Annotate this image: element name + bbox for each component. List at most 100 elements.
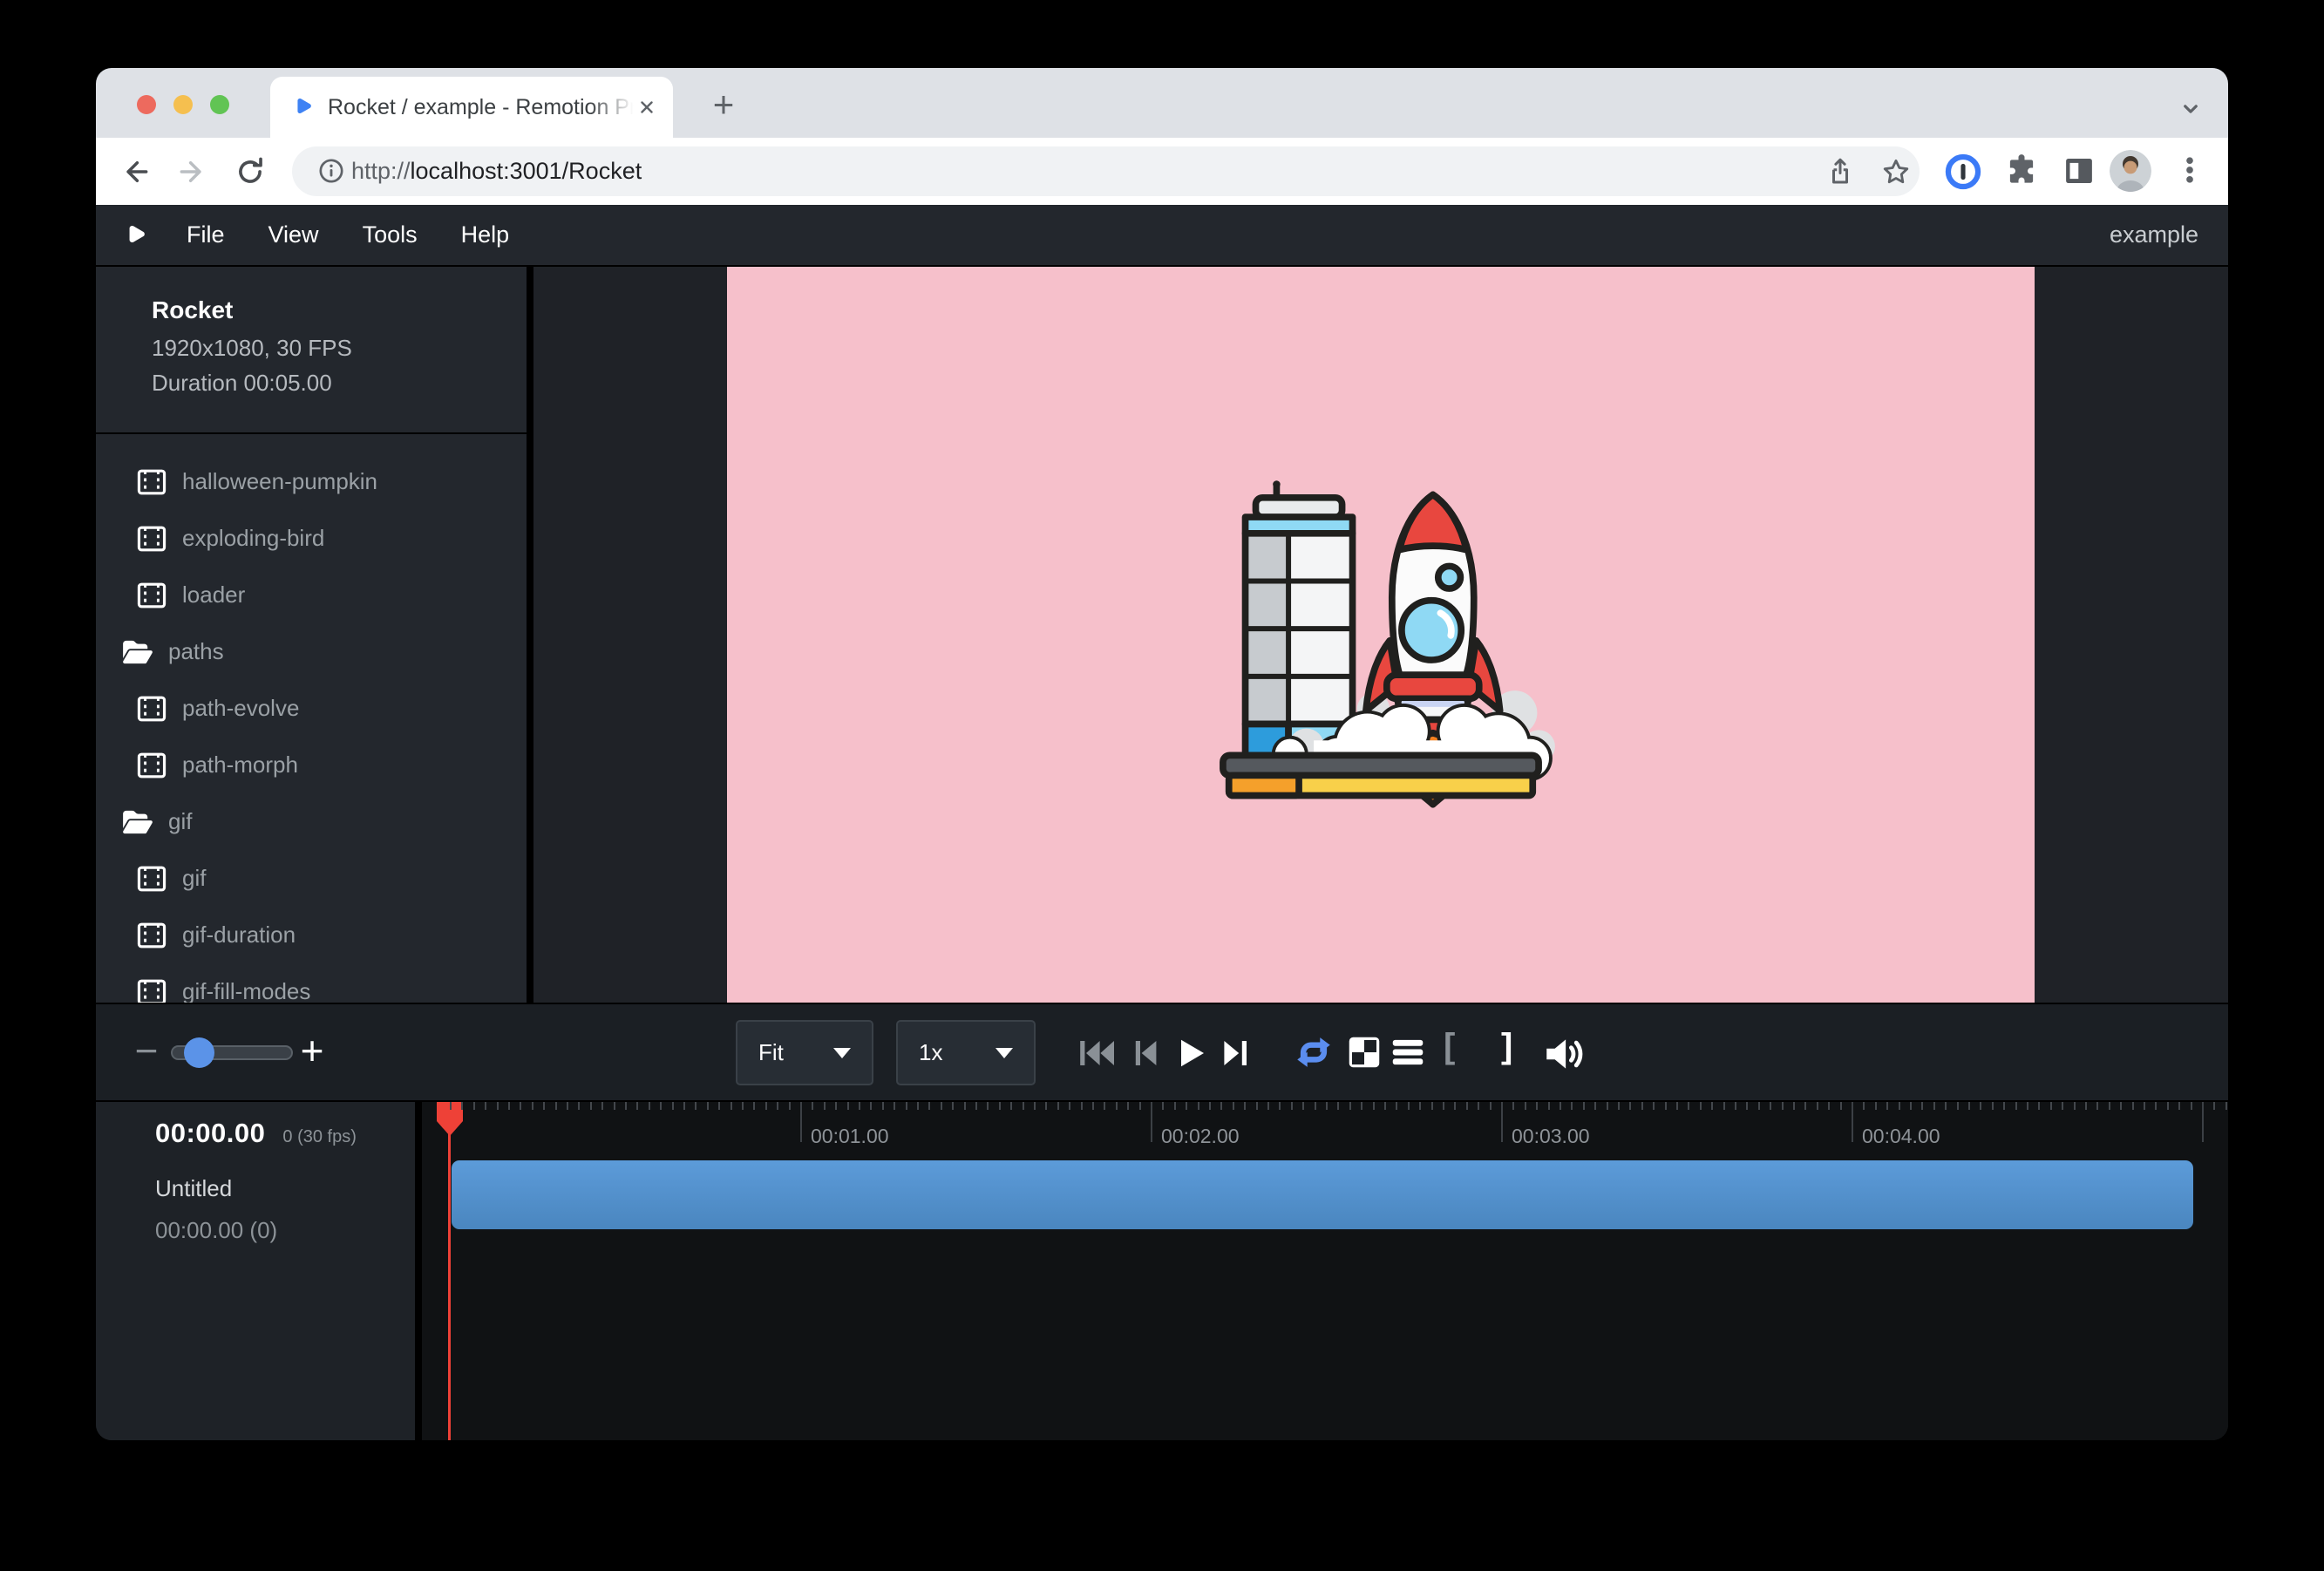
sidebar-item-path-morph[interactable]: path-morph — [96, 737, 527, 793]
ruler-frame-tick — [1980, 1102, 1981, 1110]
ruler-frame-tick — [497, 1102, 499, 1110]
browser-tab[interactable]: Rocket / example - Remotion Pr — [270, 77, 673, 138]
ruler-frame-tick — [1560, 1102, 1561, 1110]
remotion-logo-icon[interactable] — [122, 222, 148, 248]
extensions-puzzle-icon[interactable] — [2003, 153, 2040, 189]
skip-to-start-icon[interactable] — [1076, 1032, 1118, 1074]
menu-view[interactable]: View — [267, 216, 321, 254]
ruler-frame-tick — [2109, 1102, 2110, 1110]
ruler-frame-tick — [707, 1102, 709, 1110]
ruler-frame-tick — [1267, 1102, 1269, 1110]
window-controls — [137, 95, 229, 114]
sidebar-item-gif-duration[interactable]: gif-duration — [96, 907, 527, 963]
ruler-frame-tick — [1454, 1102, 1456, 1110]
browser-menu-kebab-icon[interactable] — [2172, 153, 2207, 187]
ruler-frame-tick — [941, 1102, 942, 1110]
timeline-tracks-area[interactable]: 00:01.0000:02.0000:03.0000:04.00 — [422, 1102, 2228, 1440]
ruler-frame-tick — [1198, 1102, 1199, 1110]
ruler-frame-tick — [1174, 1102, 1176, 1110]
share-icon[interactable] — [1825, 156, 1856, 187]
site-info-icon[interactable] — [316, 156, 346, 186]
sidebar-resize-handle[interactable] — [527, 267, 533, 1003]
in-point-icon[interactable]: [ — [1444, 1027, 1455, 1066]
ruler-frame-tick — [520, 1102, 521, 1110]
video-canvas[interactable] — [727, 267, 2035, 1003]
ruler-frame-tick — [1525, 1102, 1526, 1110]
ruler-frame-tick — [543, 1102, 545, 1110]
forward-icon[interactable] — [176, 155, 209, 188]
ruler-frame-tick — [1921, 1102, 1923, 1110]
bookmark-star-icon[interactable] — [1880, 156, 1912, 187]
ruler-second-tick — [1151, 1102, 1152, 1142]
timeline-sequence-bar[interactable] — [452, 1160, 2193, 1229]
ruler-second-tick — [1501, 1102, 1503, 1142]
reload-icon[interactable] — [234, 155, 267, 188]
ruler-frame-tick — [1688, 1102, 1689, 1110]
menu-file[interactable]: File — [185, 216, 227, 254]
ruler-frame-tick — [964, 1102, 966, 1110]
ruler-frame-tick — [1302, 1102, 1304, 1110]
onepassword-extension-icon[interactable] — [1944, 153, 1982, 191]
sidebar-folder-gif[interactable]: gif — [96, 793, 527, 850]
ruler-frame-tick — [1899, 1102, 1900, 1110]
sidebar-item-path-evolve[interactable]: path-evolve — [96, 680, 527, 737]
ruler-frame-tick — [1279, 1102, 1281, 1110]
ruler-frame-tick — [777, 1102, 778, 1110]
sidebar-folder-paths[interactable]: paths — [96, 623, 527, 680]
ruler-frame-tick — [2132, 1102, 2134, 1110]
timeline-zoom-slider-thumb[interactable] — [184, 1037, 214, 1068]
ruler-frame-tick — [1045, 1102, 1047, 1110]
current-timecode: 00:00.00 — [155, 1118, 265, 1149]
transparency-checkerboard-icon[interactable] — [1344, 1032, 1384, 1072]
sidebar-item-exploding-bird[interactable]: exploding-bird — [96, 510, 527, 567]
ruler-frame-tick — [859, 1102, 860, 1110]
sidebar-item-loader[interactable]: loader — [96, 567, 527, 623]
new-tab-button[interactable]: + — [699, 80, 748, 129]
tab-close-icon[interactable] — [636, 97, 657, 118]
folder-icon — [120, 809, 155, 835]
playhead-line — [448, 1102, 451, 1440]
ruler-frame-tick — [1548, 1102, 1550, 1110]
sidebar-item-gif-fill-modes[interactable]: gif-fill-modes — [96, 963, 527, 1003]
sidebar-item-halloween-pumpkin[interactable]: halloween-pumpkin — [96, 453, 527, 510]
loop-icon[interactable] — [1292, 1030, 1335, 1074]
menu-help[interactable]: Help — [459, 216, 512, 254]
playback-toolbar: − + Fit 1x — [96, 1003, 2228, 1100]
chevron-down-icon — [996, 1048, 1013, 1058]
tab-search-chevron-icon[interactable] — [2178, 96, 2204, 122]
out-point-icon[interactable]: ] — [1501, 1027, 1512, 1066]
composition-label: exploding-bird — [182, 525, 324, 552]
ruler-frame-tick — [1010, 1102, 1012, 1110]
next-frame-icon[interactable] — [1215, 1032, 1257, 1074]
previous-frame-icon[interactable] — [1125, 1032, 1166, 1074]
ruler-frame-tick — [485, 1102, 486, 1110]
profile-avatar[interactable] — [2110, 150, 2151, 192]
side-panel-extension-icon[interactable] — [2061, 153, 2097, 189]
menu-tools[interactable]: Tools — [361, 216, 419, 254]
close-window-button[interactable] — [137, 95, 156, 114]
film-icon — [134, 695, 169, 723]
url-text: http://localhost:3001/Rocket — [351, 158, 642, 185]
current-frame-label: 0 (30 fps) — [282, 1127, 356, 1147]
playback-speed-dropdown[interactable]: 1x — [896, 1020, 1036, 1085]
sidebar-item-gif[interactable]: gif — [96, 850, 527, 907]
rich-timeline-icon[interactable] — [1388, 1032, 1428, 1072]
composition-label: gif — [168, 808, 192, 835]
fullscreen-window-button[interactable] — [210, 95, 229, 114]
canvas-size-dropdown[interactable]: Fit — [736, 1020, 873, 1085]
play-icon[interactable] — [1169, 1032, 1211, 1074]
ruler-frame-tick — [2191, 1102, 2192, 1110]
minimize-window-button[interactable] — [173, 95, 193, 114]
ruler-frame-tick — [718, 1102, 720, 1110]
timeline-zoom-in-button[interactable]: + — [293, 1027, 331, 1074]
back-icon[interactable] — [119, 155, 152, 188]
tab-title: Rocket / example - Remotion Pr — [328, 95, 636, 120]
url-address-bar[interactable]: http://localhost:3001/Rocket — [292, 146, 1920, 196]
ruler-frame-tick — [1209, 1102, 1211, 1110]
volume-icon[interactable] — [1541, 1032, 1585, 1076]
ruler-frame-tick — [1069, 1102, 1070, 1110]
main-content: Rocket 1920x1080, 30 FPS Duration 00:05.… — [96, 267, 2228, 1003]
timeline-zoom-out-button[interactable]: − — [127, 1027, 166, 1074]
ruler-frame-tick — [1092, 1102, 1094, 1110]
ruler-frame-tick — [1186, 1102, 1187, 1110]
